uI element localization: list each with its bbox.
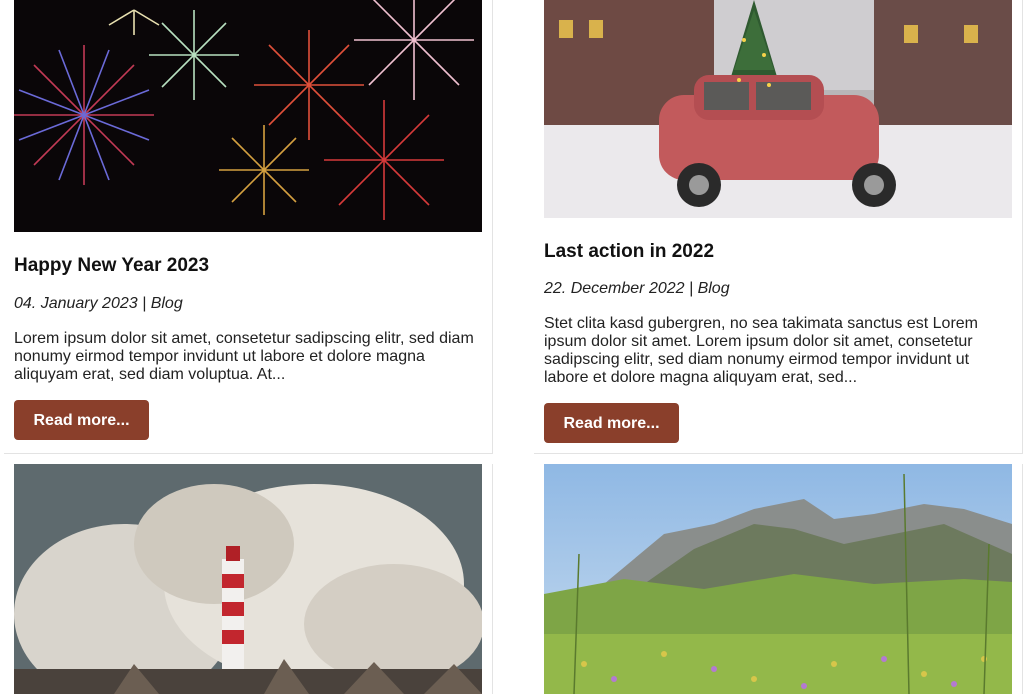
blog-post-card: Last action in 2022 22. December 2022 | …: [534, 0, 1023, 454]
lighthouse-waves-image[interactable]: [14, 464, 482, 694]
post-title[interactable]: Last action in 2022: [544, 240, 714, 264]
blog-post-card: Happy New Year 2023 04. January 2023 | B…: [4, 0, 493, 454]
post-meta: 04. January 2023 | Blog: [14, 295, 183, 312]
mountain-meadow-image[interactable]: [544, 464, 1012, 694]
fireworks-image[interactable]: [14, 0, 482, 232]
read-more-button[interactable]: Read more...: [14, 400, 149, 440]
post-excerpt: Lorem ipsum dolor sit amet, consetetur s…: [14, 330, 474, 383]
post-meta: 22. December 2022 | Blog: [544, 280, 730, 297]
post-title[interactable]: Happy New Year 2023: [14, 254, 209, 278]
blog-post-card: [534, 464, 1023, 694]
post-excerpt: Stet clita kasd gubergren, no sea takima…: [544, 315, 979, 386]
read-more-button[interactable]: Read more...: [544, 403, 679, 443]
christmas-car-image[interactable]: [544, 0, 1012, 218]
blog-post-card: [4, 464, 493, 694]
